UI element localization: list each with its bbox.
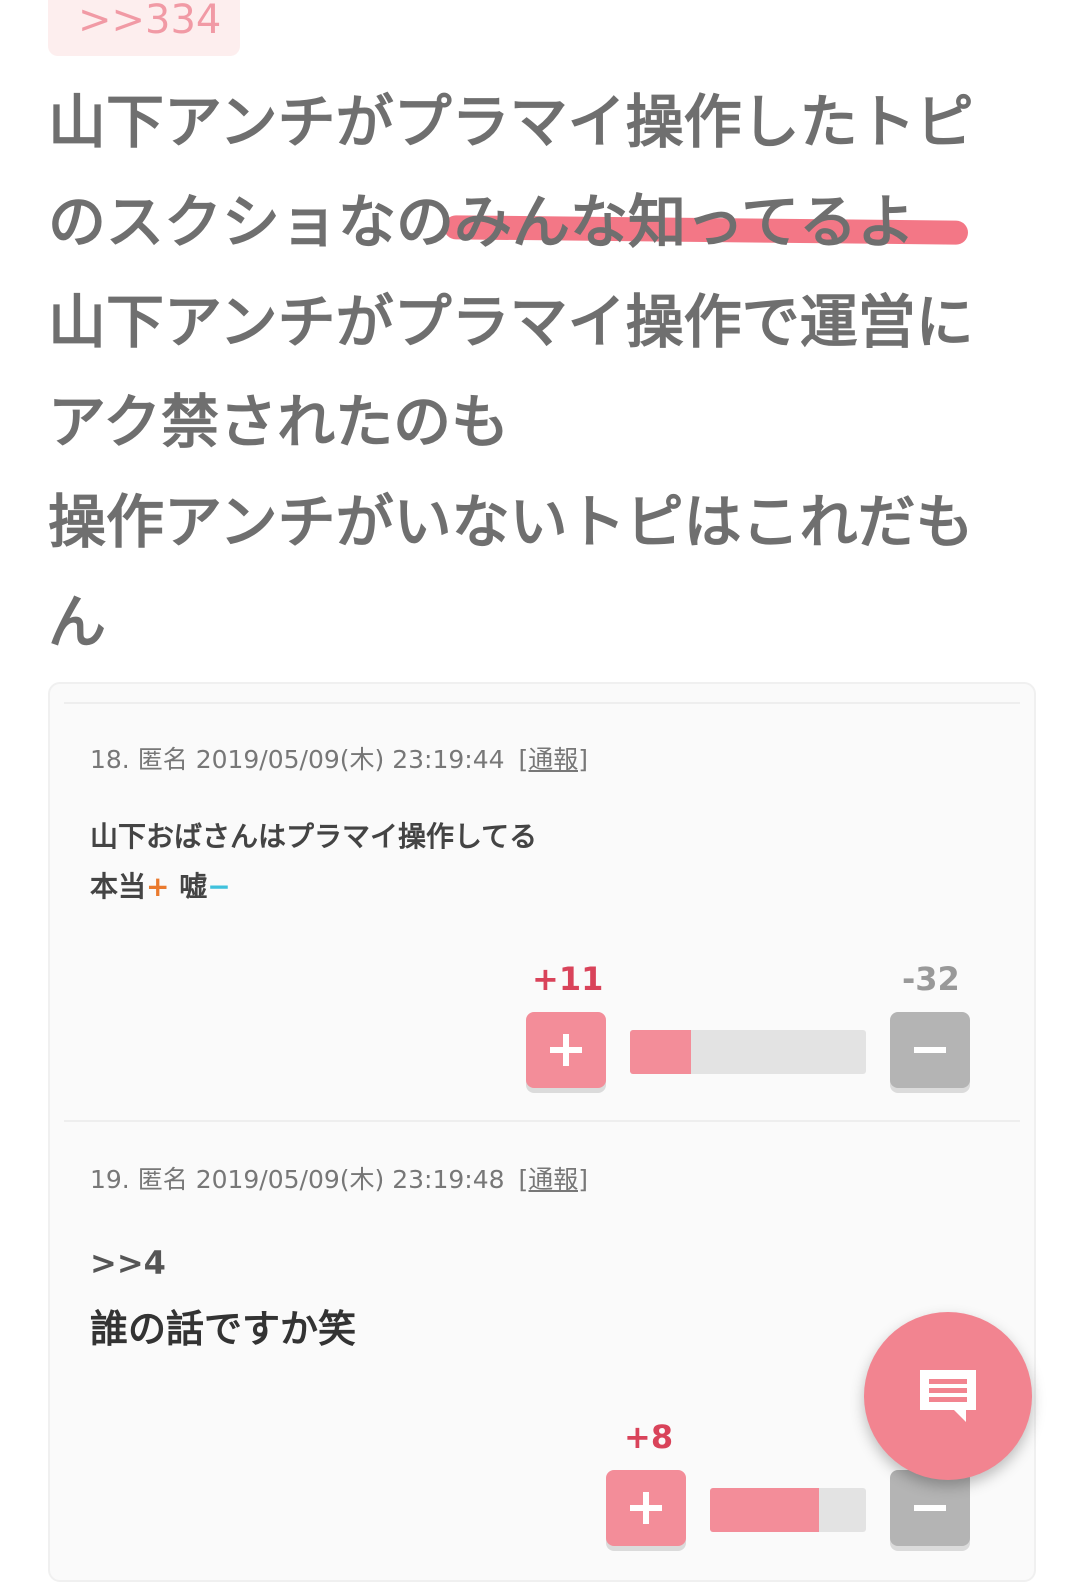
plus-mark: +	[146, 870, 170, 903]
comment-number: 19.	[90, 1165, 130, 1194]
comment-icon	[920, 1370, 976, 1422]
minus-mark: −	[207, 870, 231, 903]
post-line: 山下アンチがプラマイ操作で運営に	[48, 288, 974, 356]
comment-body: 誰の話ですか笑	[90, 1307, 357, 1351]
comment-meta: 19. 匿名 2019/05/09(木) 23:19:48 [通報]	[90, 1160, 994, 1196]
comment-author: 匿名	[137, 745, 188, 774]
plus-icon	[630, 1492, 662, 1524]
new-comment-fab[interactable]	[864, 1312, 1032, 1480]
plus-icon	[550, 1034, 582, 1066]
comment-body: 山下おばさんはプラマイ操作してる 本当+ 嘘−	[90, 812, 994, 912]
minus-vote-count: -32	[902, 960, 960, 998]
report-link[interactable]: [通報]	[518, 745, 588, 774]
plus-vote-button[interactable]	[606, 1470, 686, 1546]
comment-datetime: 2019/05/09(木) 23:19:44	[195, 745, 505, 774]
post-line: アク禁されたのも	[48, 388, 510, 456]
plus-vote-button[interactable]	[526, 1012, 606, 1088]
quote-anchor-link[interactable]: >>334	[48, 0, 240, 56]
minus-vote-button[interactable]	[890, 1470, 970, 1546]
post-body: 山下アンチがプラマイ操作したトピ のスクショなのみんな知ってるよ 山下アンチがプ…	[48, 72, 1028, 672]
reply-anchor-link[interactable]: >>4	[90, 1244, 994, 1282]
divider	[64, 702, 1020, 704]
vote-ratio-bar	[630, 1030, 866, 1074]
true-label: 本当	[90, 870, 147, 903]
report-link[interactable]: [通報]	[518, 1165, 588, 1194]
minus-icon	[914, 1505, 946, 1511]
comment-author: 匿名	[137, 1165, 188, 1194]
comment-item: 19. 匿名 2019/05/09(木) 23:19:48 [通報] >>4 誰…	[90, 1160, 994, 1353]
comment-body-line: 本当+ 嘘−	[90, 862, 994, 912]
comment-number: 18.	[90, 745, 130, 774]
false-label: 嘘	[179, 870, 208, 903]
comment-item: 18. 匿名 2019/05/09(木) 23:19:44 [通報] 山下おばさ…	[90, 740, 994, 912]
minus-vote-button[interactable]	[890, 1012, 970, 1088]
comment-body-line: 山下おばさんはプラマイ操作してる	[90, 820, 538, 853]
plus-vote-count: +8	[624, 1418, 674, 1456]
post-line: 操作アンチがいないトピはこれだも	[48, 488, 974, 556]
post-line: 山下アンチがプラマイ操作したトピ	[48, 88, 974, 156]
minus-icon	[914, 1047, 946, 1053]
comment-meta: 18. 匿名 2019/05/09(木) 23:19:44 [通報]	[90, 740, 994, 776]
post-line: ん	[48, 588, 107, 656]
divider	[64, 1120, 1020, 1122]
vote-ratio-fill	[710, 1488, 820, 1532]
plus-vote-count: +11	[532, 960, 604, 998]
vote-ratio-fill	[630, 1030, 692, 1074]
comment-datetime: 2019/05/09(木) 23:19:48	[195, 1165, 505, 1194]
post-line: のスクショなのみんな知ってるよ	[48, 188, 916, 256]
vote-ratio-bar	[710, 1488, 866, 1532]
